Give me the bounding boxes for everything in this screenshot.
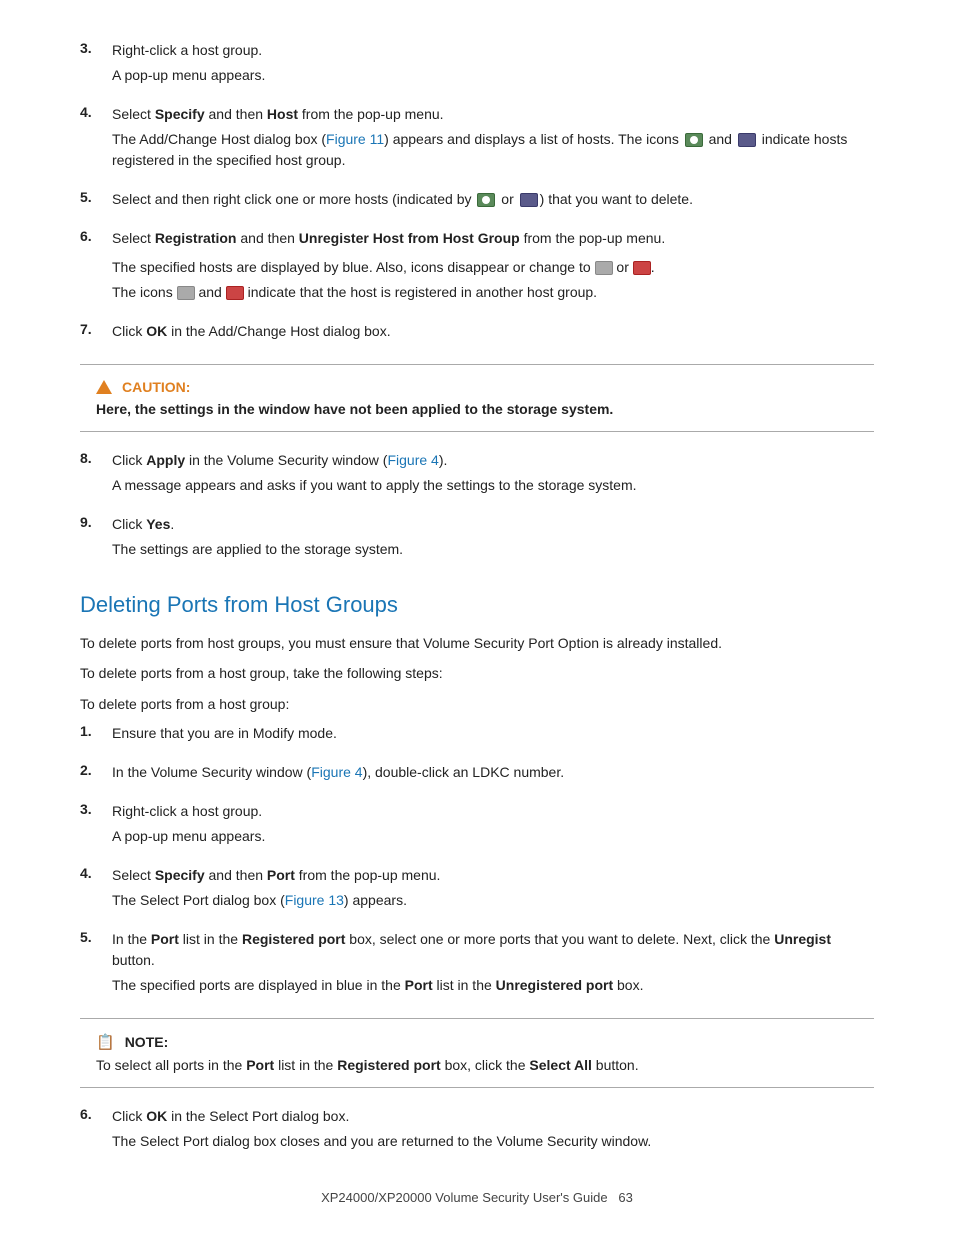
footer-page: 63 bbox=[618, 1190, 632, 1205]
step-num-5: 5. bbox=[80, 189, 112, 205]
step-sub-3: A pop-up menu appears. bbox=[112, 65, 874, 86]
step-content-4: Select Specify and then Host from the po… bbox=[112, 104, 874, 175]
figure-4-link-1[interactable]: Figure 4 bbox=[387, 452, 438, 468]
step-content-5: Select and then right click one or more … bbox=[112, 189, 874, 214]
section-step-content-1: Ensure that you are in Modify mode. bbox=[112, 723, 874, 748]
section-step-num-1: 1. bbox=[80, 723, 112, 739]
step-content-8: Click Apply in the Volume Security windo… bbox=[112, 450, 874, 500]
step-content-3: Right-click a host group. A pop-up menu … bbox=[112, 40, 874, 90]
step-num-3: 3. bbox=[80, 40, 112, 56]
section-step-sub-5: The specified ports are displayed in blu… bbox=[112, 975, 874, 996]
caution-box: CAUTION: Here, the settings in the windo… bbox=[80, 364, 874, 432]
section-step-main-2: In the Volume Security window (Figure 4)… bbox=[112, 762, 874, 783]
section-step-sub-3: A pop-up menu appears. bbox=[112, 826, 874, 847]
step-content-6: Select Registration and then Unregister … bbox=[112, 228, 874, 307]
host-icon-2 bbox=[738, 133, 756, 147]
intro-line-1: To delete ports from host groups, you mu… bbox=[80, 632, 874, 654]
section-step-1: 1. Ensure that you are in Modify mode. bbox=[80, 723, 874, 748]
host-icon-red1 bbox=[633, 261, 651, 275]
section-step-main-1: Ensure that you are in Modify mode. bbox=[112, 723, 874, 744]
caution-triangle-icon bbox=[96, 380, 112, 394]
host-icon-1 bbox=[685, 133, 703, 147]
note-icon: 📋 bbox=[96, 1033, 115, 1051]
section-heading: Deleting Ports from Host Groups bbox=[80, 592, 874, 618]
note-box: 📋 NOTE: To select all ports in the Port … bbox=[80, 1018, 874, 1088]
host-icon-red2 bbox=[226, 286, 244, 300]
section-step-content-6: Click OK in the Select Port dialog box. … bbox=[112, 1106, 874, 1156]
section-step-6: 6. Click OK in the Select Port dialog bo… bbox=[80, 1106, 874, 1156]
note-text: To select all ports in the Port list in … bbox=[96, 1057, 858, 1073]
step-main-3: Right-click a host group. bbox=[112, 40, 874, 61]
caution-title: CAUTION: bbox=[96, 379, 858, 395]
step-main-4: Select Specify and then Host from the po… bbox=[112, 104, 874, 125]
page-footer: XP24000/XP20000 Volume Security User's G… bbox=[0, 1190, 954, 1205]
step-main-9: Click Yes. bbox=[112, 514, 874, 535]
section-step-main-3: Right-click a host group. bbox=[112, 801, 874, 822]
step-main-8: Click Apply in the Volume Security windo… bbox=[112, 450, 874, 471]
intro-line-2: To delete ports from a host group, take … bbox=[80, 662, 874, 684]
step-sub-6a: The specified hosts are displayed by blu… bbox=[112, 257, 874, 278]
steps-mid: 8. Click Apply in the Volume Security wi… bbox=[80, 450, 874, 564]
step-num-6: 6. bbox=[80, 228, 112, 244]
step-3: 3. Right-click a host group. A pop-up me… bbox=[80, 40, 874, 90]
step-6: 6. Select Registration and then Unregist… bbox=[80, 228, 874, 307]
step-content-7: Click OK in the Add/Change Host dialog b… bbox=[112, 321, 874, 346]
caution-text: Here, the settings in the window have no… bbox=[96, 401, 858, 417]
section-step-num-3: 3. bbox=[80, 801, 112, 817]
section-step-content-4: Select Specify and then Port from the po… bbox=[112, 865, 874, 915]
step-4: 4. Select Specify and then Host from the… bbox=[80, 104, 874, 175]
steps-after-note: 6. Click OK in the Select Port dialog bo… bbox=[80, 1106, 874, 1156]
section-step-num-2: 2. bbox=[80, 762, 112, 778]
step-9: 9. Click Yes. The settings are applied t… bbox=[80, 514, 874, 564]
figure-11-link[interactable]: Figure 11 bbox=[326, 131, 384, 147]
step-num-9: 9. bbox=[80, 514, 112, 530]
footer-text: XP24000/XP20000 Volume Security User's G… bbox=[321, 1190, 607, 1205]
step-sub-6b: The icons and indicate that the host is … bbox=[112, 282, 874, 303]
step-sub-9: The settings are applied to the storage … bbox=[112, 539, 874, 560]
section-step-3: 3. Right-click a host group. A pop-up me… bbox=[80, 801, 874, 851]
note-label: NOTE: bbox=[125, 1034, 169, 1050]
step-8: 8. Click Apply in the Volume Security wi… bbox=[80, 450, 874, 500]
section-step-content-5: In the Port list in the Registered port … bbox=[112, 929, 874, 1000]
section-step-num-6: 6. bbox=[80, 1106, 112, 1122]
section-step-main-4: Select Specify and then Port from the po… bbox=[112, 865, 874, 886]
section-step-num-5: 5. bbox=[80, 929, 112, 945]
section-step-main-5: In the Port list in the Registered port … bbox=[112, 929, 874, 971]
step-num-8: 8. bbox=[80, 450, 112, 466]
section-step-content-2: In the Volume Security window (Figure 4)… bbox=[112, 762, 874, 787]
section-step-2: 2. In the Volume Security window (Figure… bbox=[80, 762, 874, 787]
section-step-5: 5. In the Port list in the Registered po… bbox=[80, 929, 874, 1000]
step-main-6: Select Registration and then Unregister … bbox=[112, 228, 874, 249]
section-step-4: 4. Select Specify and then Port from the… bbox=[80, 865, 874, 915]
steps-top: 3. Right-click a host group. A pop-up me… bbox=[80, 40, 874, 346]
step-sub-8: A message appears and asks if you want t… bbox=[112, 475, 874, 496]
section-step-sub-4: The Select Port dialog box (Figure 13) a… bbox=[112, 890, 874, 911]
step-num-7: 7. bbox=[80, 321, 112, 337]
steps-section: 1. Ensure that you are in Modify mode. 2… bbox=[80, 723, 874, 1000]
step-main-7: Click OK in the Add/Change Host dialog b… bbox=[112, 321, 874, 342]
note-title: 📋 NOTE: bbox=[96, 1033, 858, 1051]
host-icon-grey2 bbox=[177, 286, 195, 300]
host-icon-3 bbox=[477, 193, 495, 207]
section-step-main-6: Click OK in the Select Port dialog box. bbox=[112, 1106, 874, 1127]
step-5: 5. Select and then right click one or mo… bbox=[80, 189, 874, 214]
step-main-5: Select and then right click one or more … bbox=[112, 189, 874, 210]
host-icon-4 bbox=[520, 193, 538, 207]
section-step-sub-6: The Select Port dialog box closes and yo… bbox=[112, 1131, 874, 1152]
step-sub-4: The Add/Change Host dialog box (Figure 1… bbox=[112, 129, 874, 171]
caution-label: CAUTION: bbox=[122, 379, 190, 395]
step-num-4: 4. bbox=[80, 104, 112, 120]
section-step-content-3: Right-click a host group. A pop-up menu … bbox=[112, 801, 874, 851]
figure-13-link[interactable]: Figure 13 bbox=[285, 892, 344, 908]
step-content-9: Click Yes. The settings are applied to t… bbox=[112, 514, 874, 564]
step-7: 7. Click OK in the Add/Change Host dialo… bbox=[80, 321, 874, 346]
figure-4-link-2[interactable]: Figure 4 bbox=[311, 764, 362, 780]
host-icon-grey1 bbox=[595, 261, 613, 275]
section-step-num-4: 4. bbox=[80, 865, 112, 881]
intro-line-3: To delete ports from a host group: bbox=[80, 693, 874, 715]
